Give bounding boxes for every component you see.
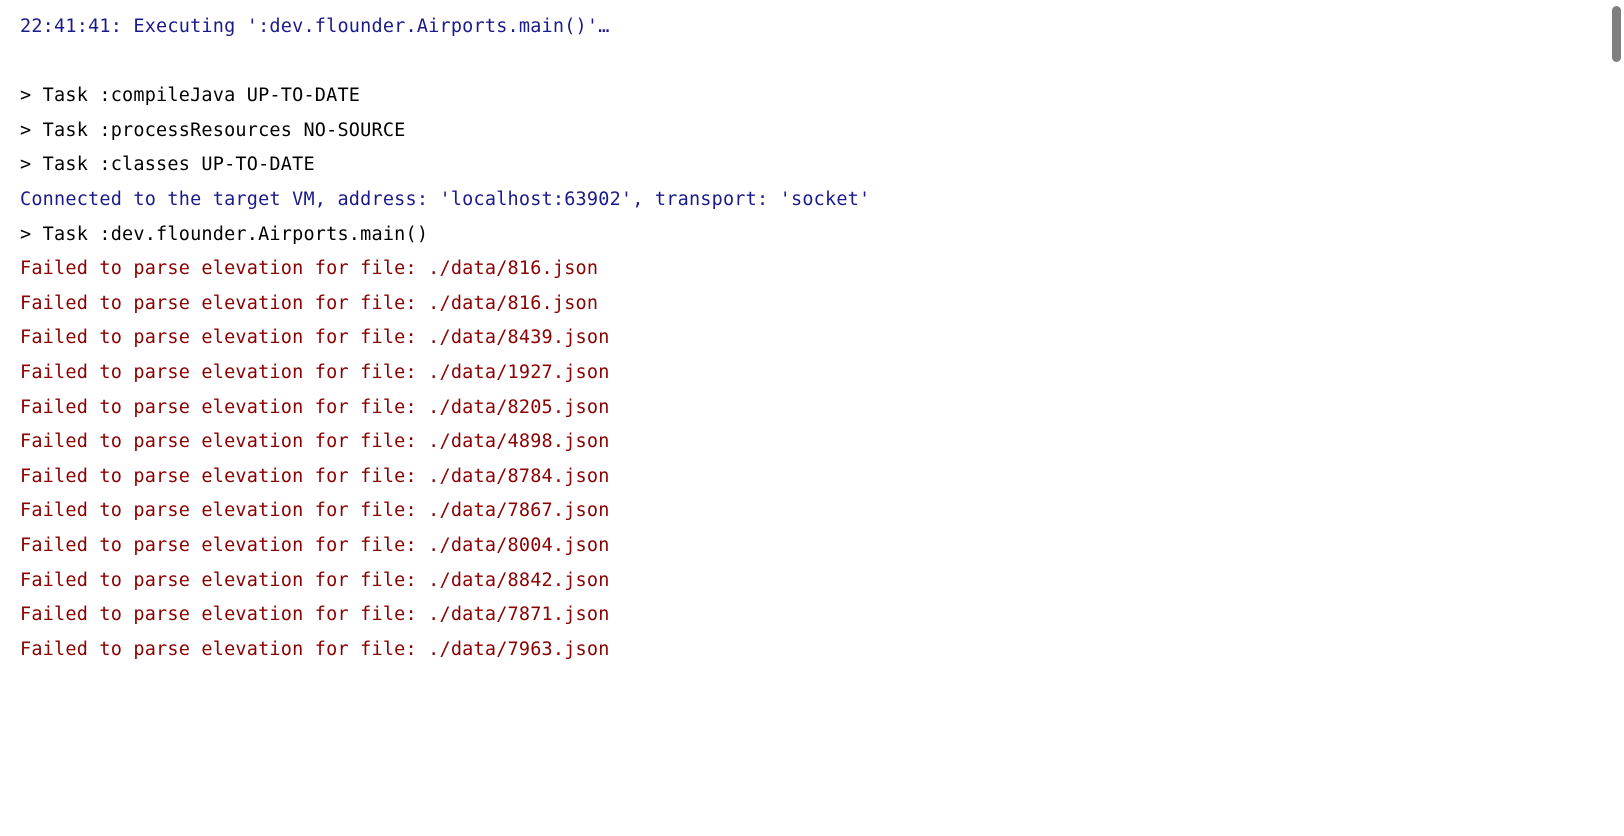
- console-line: Failed to parse elevation for file: ./da…: [20, 425, 1604, 460]
- console-line: Failed to parse elevation for file: ./da…: [20, 494, 1604, 529]
- console-line: > Task :processResources NO-SOURCE: [20, 114, 1604, 149]
- console-line: Failed to parse elevation for file: ./da…: [20, 321, 1604, 356]
- console-line: > Task :dev.flounder.Airports.main(): [20, 218, 1604, 253]
- console-line: Failed to parse elevation for file: ./da…: [20, 252, 1604, 287]
- console-line: Failed to parse elevation for file: ./da…: [20, 391, 1604, 426]
- console-line: Connected to the target VM, address: 'lo…: [20, 183, 1604, 218]
- console-output[interactable]: 22:41:41: Executing ':dev.flounder.Airpo…: [20, 10, 1604, 667]
- vertical-scrollbar[interactable]: [1612, 6, 1621, 62]
- console-line: Failed to parse elevation for file: ./da…: [20, 633, 1604, 668]
- console-line: > Task :compileJava UP-TO-DATE: [20, 79, 1604, 114]
- console-line: 22:41:41: Executing ':dev.flounder.Airpo…: [20, 10, 1604, 45]
- console-line: Failed to parse elevation for file: ./da…: [20, 598, 1604, 633]
- console-line: Failed to parse elevation for file: ./da…: [20, 287, 1604, 322]
- console-line: > Task :classes UP-TO-DATE: [20, 148, 1604, 183]
- console-line: Failed to parse elevation for file: ./da…: [20, 564, 1604, 599]
- console-line: Failed to parse elevation for file: ./da…: [20, 529, 1604, 564]
- console-line: [20, 45, 1604, 80]
- console-line: Failed to parse elevation for file: ./da…: [20, 356, 1604, 391]
- console-line: Failed to parse elevation for file: ./da…: [20, 460, 1604, 495]
